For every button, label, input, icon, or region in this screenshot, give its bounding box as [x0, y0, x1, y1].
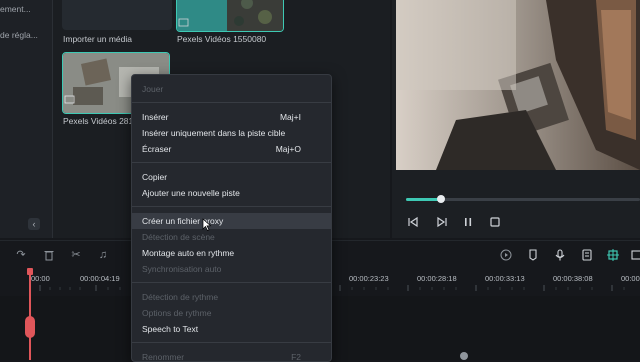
chevron-left-icon: ‹ — [32, 219, 36, 229]
menu-item-auto-sync[interactable]: Synchronisation auto — [132, 261, 331, 277]
audio-icon[interactable]: ♫ — [96, 248, 110, 262]
redo-icon[interactable]: ↷ — [14, 248, 28, 262]
microphone-icon[interactable] — [553, 248, 567, 262]
stop-icon[interactable] — [488, 215, 502, 229]
menu-item-label: Speech to Text — [142, 324, 199, 334]
menu-item-create-proxy[interactable]: Créer un fichier proxy — [132, 213, 331, 231]
timecode-label: 00:00 — [31, 274, 50, 283]
thumbnail-image — [177, 0, 283, 31]
render-icon[interactable] — [499, 248, 513, 262]
menu-item-label: Jouer — [142, 84, 164, 94]
menu-item-label: Ajouter une nouvelle piste — [142, 188, 240, 198]
menu-item-copy[interactable]: Copier — [132, 169, 331, 185]
timecode-label: 00:00:28:18 — [417, 274, 457, 283]
timecode-label: 00:00:38:08 — [553, 274, 593, 283]
media-thumbnail[interactable] — [176, 0, 284, 32]
pause-icon[interactable] — [461, 215, 475, 229]
menu-item-label: Écraser — [142, 144, 172, 154]
menu-item-label: Synchronisation auto — [142, 264, 222, 274]
menu-separator — [132, 206, 331, 207]
menu-item-label: Détection de scène — [142, 232, 215, 242]
context-menu: Jouer Insérer Maj+I Insérer uniquement da… — [131, 74, 332, 362]
menu-item-auto-beat-edit[interactable]: Montage auto en rythme — [132, 245, 331, 261]
sidebar-item[interactable]: de régla... — [0, 30, 52, 40]
timecode-label: 00:00:33:13 — [485, 274, 525, 283]
timecode-label: 00:00:4 — [621, 274, 640, 283]
menu-separator — [132, 342, 331, 343]
menu-item-label: Options de rythme — [142, 308, 212, 318]
menu-item-scene-detection[interactable]: Détection de scène — [132, 229, 331, 245]
menu-item-shortcut: Maj+O — [275, 144, 301, 154]
playhead[interactable] — [29, 270, 31, 360]
marker-icon[interactable] — [526, 248, 540, 262]
collapse-sidebar-button[interactable]: ‹ — [28, 218, 40, 230]
timecode-label: 00:00:04:19 — [80, 274, 120, 283]
menu-item-insert[interactable]: Insérer Maj+I — [132, 109, 331, 125]
timecode-label: 00:00:23:23 — [349, 274, 389, 283]
scroll-handle[interactable] — [460, 352, 468, 360]
playhead-handle[interactable] — [25, 316, 35, 338]
menu-item-insert-target-track[interactable]: Insérer uniquement dans la piste cible — [132, 125, 331, 141]
menu-item-label: Renommer — [142, 352, 185, 362]
menu-item-label: Insérer uniquement dans la piste cible — [142, 128, 286, 138]
menu-item-add-track[interactable]: Ajouter une nouvelle piste — [132, 185, 331, 201]
preview-frame — [396, 0, 640, 170]
menu-item-overwrite[interactable]: Écraser Maj+O — [132, 141, 331, 157]
import-media-tile[interactable] — [62, 0, 172, 30]
menu-item-label: Détection de rythme — [142, 292, 219, 302]
media-item-label: Pexels Vidéos 1550080 — [177, 34, 267, 44]
menu-separator — [132, 282, 331, 283]
menu-separator — [132, 162, 331, 163]
menu-item-beat-options[interactable]: Options de rythme — [132, 305, 331, 321]
ai-effects-icon[interactable] — [606, 248, 620, 262]
menu-separator — [132, 102, 331, 103]
text-to-speech-icon[interactable] — [580, 248, 594, 262]
media-item-label: Importer un média — [63, 34, 132, 44]
media-item-label: Pexels Vidéos 2818 — [63, 116, 138, 126]
menu-item-speech-to-text[interactable]: Speech to Text — [132, 321, 331, 337]
menu-item-shortcut: Maj+I — [279, 112, 301, 122]
seek-bar-fill — [406, 198, 442, 201]
play-icon[interactable] — [434, 215, 448, 229]
plus-icon — [62, 0, 172, 30]
sidebar-item[interactable]: ement... — [0, 4, 52, 14]
menu-item-label: Copier — [142, 172, 168, 182]
menu-item-rename[interactable]: Renommer F2 — [132, 349, 331, 362]
menu-item-play[interactable]: Jouer — [132, 81, 331, 97]
menu-item-shortcut: F2 — [291, 352, 301, 362]
playhead-marker[interactable] — [27, 268, 33, 275]
menu-item-label: Insérer — [142, 112, 169, 122]
video-preview[interactable] — [396, 0, 640, 170]
step-back-icon[interactable] — [406, 215, 420, 229]
delete-icon[interactable] — [42, 248, 56, 262]
menu-item-label: Montage auto en rythme — [142, 248, 235, 258]
menu-item-beat-detection[interactable]: Détection de rythme — [132, 289, 331, 305]
screen-icon[interactable] — [630, 248, 640, 262]
left-sidebar: ement... de régla... ‹ — [0, 0, 52, 238]
cut-icon[interactable]: ✂ — [69, 248, 83, 262]
